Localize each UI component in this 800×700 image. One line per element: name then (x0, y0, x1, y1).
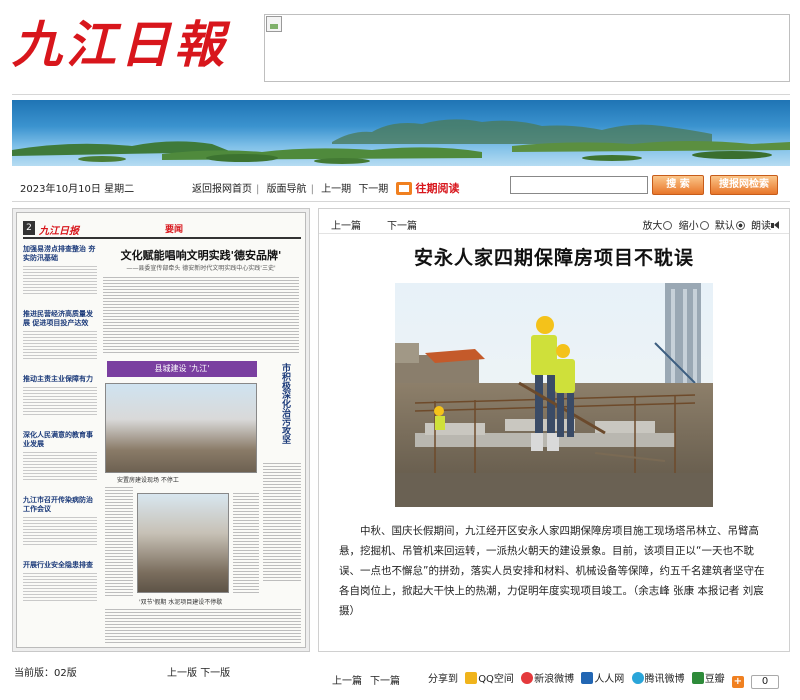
read-aloud-button[interactable]: 朗读 (751, 221, 771, 232)
header-ad-placeholder[interactable] (264, 14, 790, 82)
speaker-icon[interactable] (771, 221, 781, 230)
zoom-out-label: 缩小 (678, 221, 699, 232)
construction-scene (395, 283, 713, 507)
thumb-logo: 九江日报 (39, 226, 79, 237)
page-pager: 当前版：02版 上一版 下一版 (12, 662, 310, 679)
prev-article-link[interactable]: 上一篇 (331, 217, 361, 232)
lake-banner-image (12, 100, 790, 166)
next-article-link[interactable]: 下一篇 (387, 217, 417, 232)
share-douban[interactable]: 豆瓣 (691, 672, 725, 685)
thumb-caption: 安置房建设现场 不停工 (117, 477, 179, 484)
search-input[interactable] (510, 176, 648, 194)
thumb-article[interactable]: 深化人民满意的教育事业发展 (23, 431, 97, 480)
article-footer: 上一篇 下一篇 分享到 QQ空间 新浪微博 人人网 腾讯微博 豆瓣 + 0 (318, 668, 790, 689)
page-nav-link[interactable]: 版面导航 (267, 184, 307, 195)
thumb-sidebar: 加强易涝点排查整治 夯实防汛基础 推进民营经济高质量发展 促进项目投产达效 推动… (23, 245, 97, 645)
banner-landscape (12, 119, 790, 164)
thumb-article[interactable]: 开展行业安全隐患排查 (23, 561, 97, 601)
share-count: 0 (751, 675, 780, 689)
divider (319, 233, 789, 234)
date-nav-bar: 2023年10月10日 星期二 返回报网首页 | 版面导航 | 上一期 下一期 往期… (12, 172, 790, 198)
thumb-text-block (105, 609, 301, 645)
current-page-value: 02版 (54, 668, 77, 679)
share-bar: 分享到 QQ空间 新浪微博 人人网 腾讯微博 豆瓣 + 0 (428, 670, 783, 689)
thumb-headline: 文化赋能唱响文明实践'德安品牌' (120, 249, 282, 262)
share-label: 分享到 (428, 674, 458, 685)
prev-page-link[interactable]: 上一版 (167, 668, 197, 679)
font-size-controls: 放大 缩小 默认 朗读 (642, 217, 781, 232)
default-size-radio[interactable] (735, 221, 745, 230)
thumb-caption: '双节'假期 水泥项目建设不停歇 (139, 599, 223, 606)
qzone-icon (465, 672, 478, 684)
thumb-text-block (233, 493, 259, 593)
thumb-photo (105, 383, 257, 473)
construction-photo (395, 283, 713, 507)
zoom-in-label: 放大 (642, 221, 663, 232)
share-qzone[interactable]: QQ空间 (465, 672, 514, 685)
prev-issue-link[interactable]: 上一期 (321, 184, 351, 195)
newspaper-page-thumbnail[interactable]: 2 九江日报 要闻 加强易涝点排查整治 夯实防汛基础 推进民营经济高质量发展 促… (16, 212, 306, 648)
douban-icon (691, 672, 704, 684)
home-link[interactable]: 返回报网首页 (192, 184, 252, 195)
zoom-out-radio[interactable] (699, 221, 709, 230)
site-logo[interactable]: 九江日報 (12, 10, 252, 82)
page-thumbnail-panel: 2 九江日报 要闻 加强易涝点排查整治 夯实防汛基础 推进民营经济高质量发展 促… (12, 208, 310, 652)
weibo-icon (521, 672, 534, 684)
issue-date: 2023年10月10日 星期二 (20, 184, 135, 195)
article-panel: 上一篇 下一篇 放大 缩小 默认 朗读 安永人家四期保障房项目不耽误 中秋、国庆… (318, 208, 790, 652)
share-tencent-weibo[interactable]: 腾讯微博 (631, 672, 685, 685)
thumb-vertical-headline: 市积极深化治污攻坚 (280, 363, 290, 444)
thumb-article[interactable]: 加强易涝点排查整治 夯实防汛基础 (23, 245, 97, 294)
thumb-photo (137, 493, 229, 593)
thumb-text-block (103, 277, 299, 355)
share-weibo[interactable]: 新浪微博 (521, 672, 574, 685)
logo-text: 九江日報 (12, 15, 228, 74)
broken-image-icon (266, 16, 282, 32)
next-article-link-bottom[interactable]: 下一篇 (370, 672, 400, 687)
thumb-subhead: ——县委宣传部牵头 德安新时代文明实践中心实践'三史' (126, 265, 276, 272)
thumb-article[interactable]: 推进民营经济高质量发展 促进项目投产达效 (23, 310, 97, 359)
nav-links: 返回报网首页 | 版面导航 | 上一期 下一期 往期阅读 (192, 182, 460, 195)
thumb-section-tag: 要闻 (165, 225, 184, 235)
zoom-in-radio[interactable] (663, 221, 673, 230)
current-page: 当前版：02版 (14, 668, 77, 679)
next-page-link[interactable]: 下一版 (200, 668, 230, 679)
thumb-masthead: 2 九江日报 要闻 (23, 221, 301, 239)
thumb-text-block (263, 463, 301, 583)
divider (12, 201, 790, 202)
next-issue-link[interactable]: 下一期 (358, 184, 388, 195)
default-size-label: 默认 (714, 221, 735, 232)
article-toolbar: 上一篇 下一篇 放大 缩小 默认 朗读 (331, 217, 781, 232)
advanced-search-button[interactable]: 搜报网检索 (710, 175, 778, 195)
more-share-icon[interactable]: + (731, 676, 744, 688)
page-nav: 上一版 下一版 (167, 664, 230, 679)
thumb-text-block (105, 487, 133, 597)
thumb-page-number: 2 (23, 221, 35, 235)
search-button[interactable]: 搜 索 (652, 175, 704, 195)
thumb-color-banner: 县城建设 '九江' (107, 361, 257, 377)
thumb-article[interactable]: 推动主责主业保障有力 (23, 375, 97, 415)
thumb-article[interactable]: 九江市召开传染病防治工作会议 (23, 496, 97, 545)
renren-icon (581, 672, 594, 684)
share-renren[interactable]: 人人网 (581, 672, 624, 685)
divider (12, 94, 790, 95)
prev-article-link-bottom[interactable]: 上一篇 (332, 672, 362, 687)
article-title: 安永人家四期保障房项目不耽误 (413, 247, 694, 269)
calendar-icon (395, 182, 412, 195)
past-issues-link[interactable]: 往期阅读 (416, 182, 460, 195)
article-body: 中秋、国庆长假期间，九江经开区安永人家四期保障房项目施工现场塔吊林立、吊臂高悬，… (339, 525, 765, 617)
tencent-weibo-icon (631, 672, 644, 684)
